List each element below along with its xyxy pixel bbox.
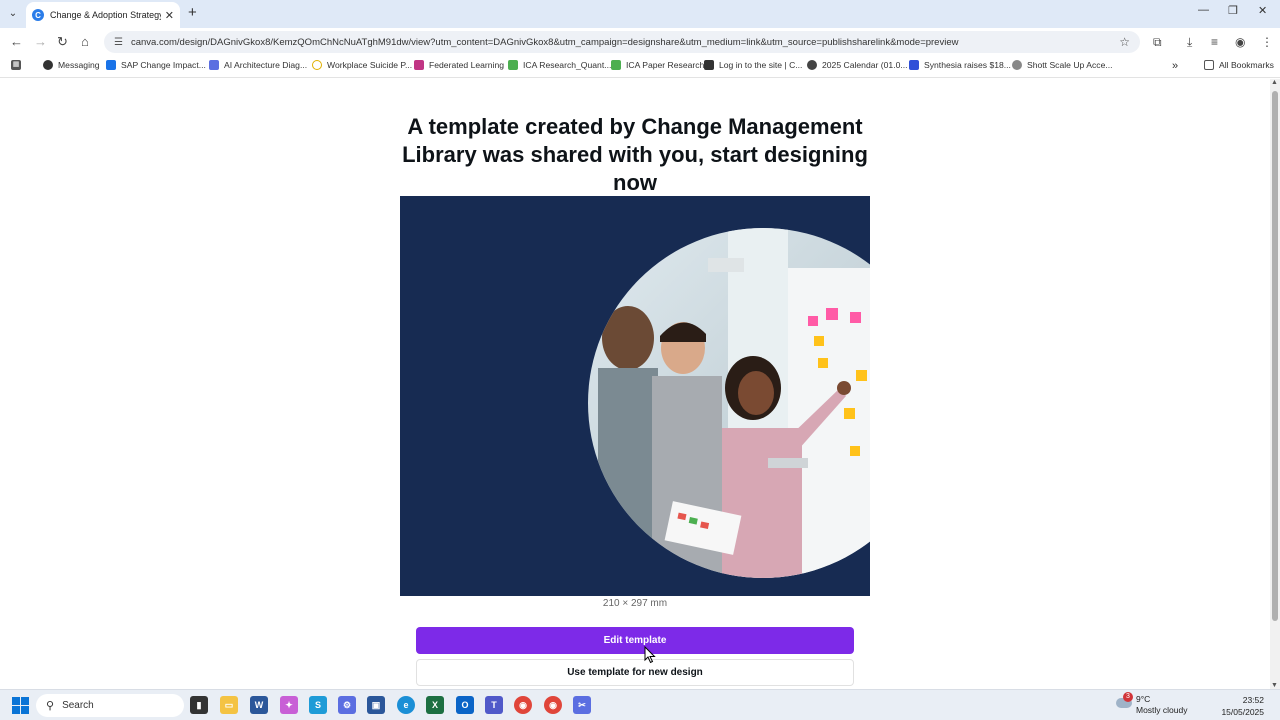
new-tab-icon[interactable]: +	[188, 4, 197, 21]
windows-start-icon[interactable]	[12, 697, 29, 714]
more-menu-icon[interactable]: ⋮	[1261, 35, 1273, 49]
sap-icon	[106, 60, 116, 70]
site-info-icon[interactable]: ☰	[114, 37, 123, 48]
search-icon: ⚲	[46, 700, 55, 712]
store-icon[interactable]: ▣	[367, 696, 385, 714]
bookmark-item[interactable]: Messaging	[43, 60, 100, 70]
messaging-icon	[43, 60, 53, 70]
extensions-icon[interactable]: ⧉	[1153, 35, 1162, 50]
bookmark-star-icon[interactable]: ☆	[1119, 35, 1130, 49]
windows-taskbar: ⚲ Search ▮ ▭ W ✦ S ⚙ ▣ e X O T ◉ ◉ ✂ 3 9…	[0, 689, 1280, 720]
login-icon	[704, 60, 714, 70]
minimize-icon[interactable]: —	[1198, 4, 1209, 16]
skype-icon[interactable]: S	[309, 696, 327, 714]
calendar-icon	[807, 60, 817, 70]
task-view-icon[interactable]: ▮	[190, 696, 208, 714]
settings-icon[interactable]: ⚙	[338, 696, 356, 714]
taskbar-search[interactable]: ⚲ Search	[36, 694, 184, 717]
profile-icon[interactable]: ◉	[1235, 35, 1245, 49]
reading-list-icon[interactable]: ≡	[1211, 35, 1218, 49]
back-icon[interactable]: ←	[10, 34, 23, 49]
active-tab[interactable]: C Change & Adoption Strategy G ✕	[26, 2, 180, 28]
tab-close-icon[interactable]: ✕	[165, 9, 174, 22]
bookmark-item[interactable]: Synthesia raises $18...	[909, 60, 1011, 70]
clock-time: 23:52	[1242, 695, 1264, 705]
edit-template-button[interactable]: Edit template	[416, 627, 854, 654]
bookmark-item[interactable]: Workplace Suicide P...	[312, 60, 412, 70]
bookmark-item[interactable]: Log in to the site | C...	[704, 60, 802, 70]
gear-icon	[414, 60, 424, 70]
url-text[interactable]: canva.com/design/DAGnivGkox8/KemzQOmChNc…	[131, 37, 1119, 48]
tab-strip: ⌄ C Change & Adoption Strategy G ✕ + — ❐…	[0, 0, 1280, 28]
scroll-thumb[interactable]	[1272, 91, 1278, 621]
news-icon	[909, 60, 919, 70]
tab-search-icon[interactable]: ⌄	[4, 4, 22, 22]
bookmarks-bar: ▦ Messaging SAP Change Impact... AI Arch…	[0, 56, 1280, 78]
address-bar[interactable]: ☰ canva.com/design/DAGnivGkox8/KemzQOmCh…	[104, 31, 1140, 53]
team-photo-illustration	[598, 228, 870, 578]
template-dimensions: 210 × 297 mm	[602, 598, 668, 609]
clock-date: 15/05/2025	[1221, 707, 1264, 717]
copilot-icon[interactable]: ✦	[280, 696, 298, 714]
ica-icon	[611, 60, 621, 70]
bookmark-item[interactable]: ICA Paper Research	[611, 60, 704, 70]
forward-icon[interactable]: →	[34, 34, 47, 49]
ica-icon	[508, 60, 518, 70]
window-close-icon[interactable]: ✕	[1258, 4, 1267, 17]
bookmark-item[interactable]: Federated Learning	[414, 60, 504, 70]
word-icon[interactable]: W	[250, 696, 268, 714]
globe-icon	[1012, 60, 1022, 70]
circle-icon	[312, 60, 322, 70]
page-heading: A template created by Change Management …	[402, 114, 868, 195]
page-content: A template created by Change Management …	[0, 79, 1270, 689]
mouse-cursor-icon	[644, 646, 656, 664]
scroll-down-icon[interactable]: ▼	[1271, 682, 1278, 689]
weather-condition: Mostly cloudy	[1136, 705, 1188, 715]
browser-window: ⌄ C Change & Adoption Strategy G ✕ + — ❐…	[0, 0, 1280, 720]
temperature: 9°C	[1136, 694, 1151, 704]
bookmark-item[interactable]: Shott Scale Up Acce...	[1012, 60, 1113, 70]
chrome-icon[interactable]: ◉	[514, 696, 532, 714]
tab-title: Change & Adoption Strategy G	[50, 10, 161, 20]
download-icon[interactable]: ⤓	[1187, 35, 1192, 50]
outlook-icon[interactable]: O	[456, 696, 474, 714]
chrome-profile-icon[interactable]: ◉	[544, 696, 562, 714]
folder-icon	[1204, 60, 1214, 70]
canva-favicon-icon: C	[32, 9, 44, 21]
browser-toolbar: ← → ↻ ⌂ ☰ canva.com/design/DAGnivGkox8/K…	[0, 28, 1280, 56]
snipping-tool-icon[interactable]: ✂	[573, 696, 591, 714]
edge-icon[interactable]: e	[397, 696, 415, 714]
system-clock[interactable]: 23:52 15/05/2025	[1221, 694, 1264, 718]
bookmark-item[interactable]: AI Architecture Diag...	[209, 60, 307, 70]
use-template-button[interactable]: Use template for new design	[416, 659, 854, 686]
apps-grid-icon[interactable]: ▦	[11, 60, 26, 70]
more-bookmarks-icon[interactable]: »	[1172, 60, 1178, 72]
restore-icon[interactable]: ❐	[1228, 4, 1238, 17]
reload-icon[interactable]: ↻	[57, 34, 68, 50]
teams-icon[interactable]: T	[485, 696, 503, 714]
template-preview[interactable]	[400, 196, 870, 596]
bookmark-item[interactable]: ICA Research_Quant...	[508, 60, 611, 70]
weather-widget[interactable]: 3 9°C Mostly cloudy	[1116, 692, 1206, 718]
scroll-up-icon[interactable]: ▲	[1271, 79, 1278, 86]
excel-icon[interactable]: X	[426, 696, 444, 714]
file-explorer-icon[interactable]: ▭	[220, 696, 238, 714]
bookmark-item[interactable]: 2025 Calendar (01.0...	[807, 60, 908, 70]
bookmark-item[interactable]: SAP Change Impact...	[106, 60, 206, 70]
diagram-icon	[209, 60, 219, 70]
all-bookmarks[interactable]: All Bookmarks	[1204, 60, 1274, 70]
team-photo	[588, 228, 870, 578]
weather-badge: 3	[1123, 692, 1133, 702]
home-icon[interactable]: ⌂	[81, 34, 89, 49]
page-scrollbar[interactable]: ▲ ▼	[1270, 79, 1280, 689]
